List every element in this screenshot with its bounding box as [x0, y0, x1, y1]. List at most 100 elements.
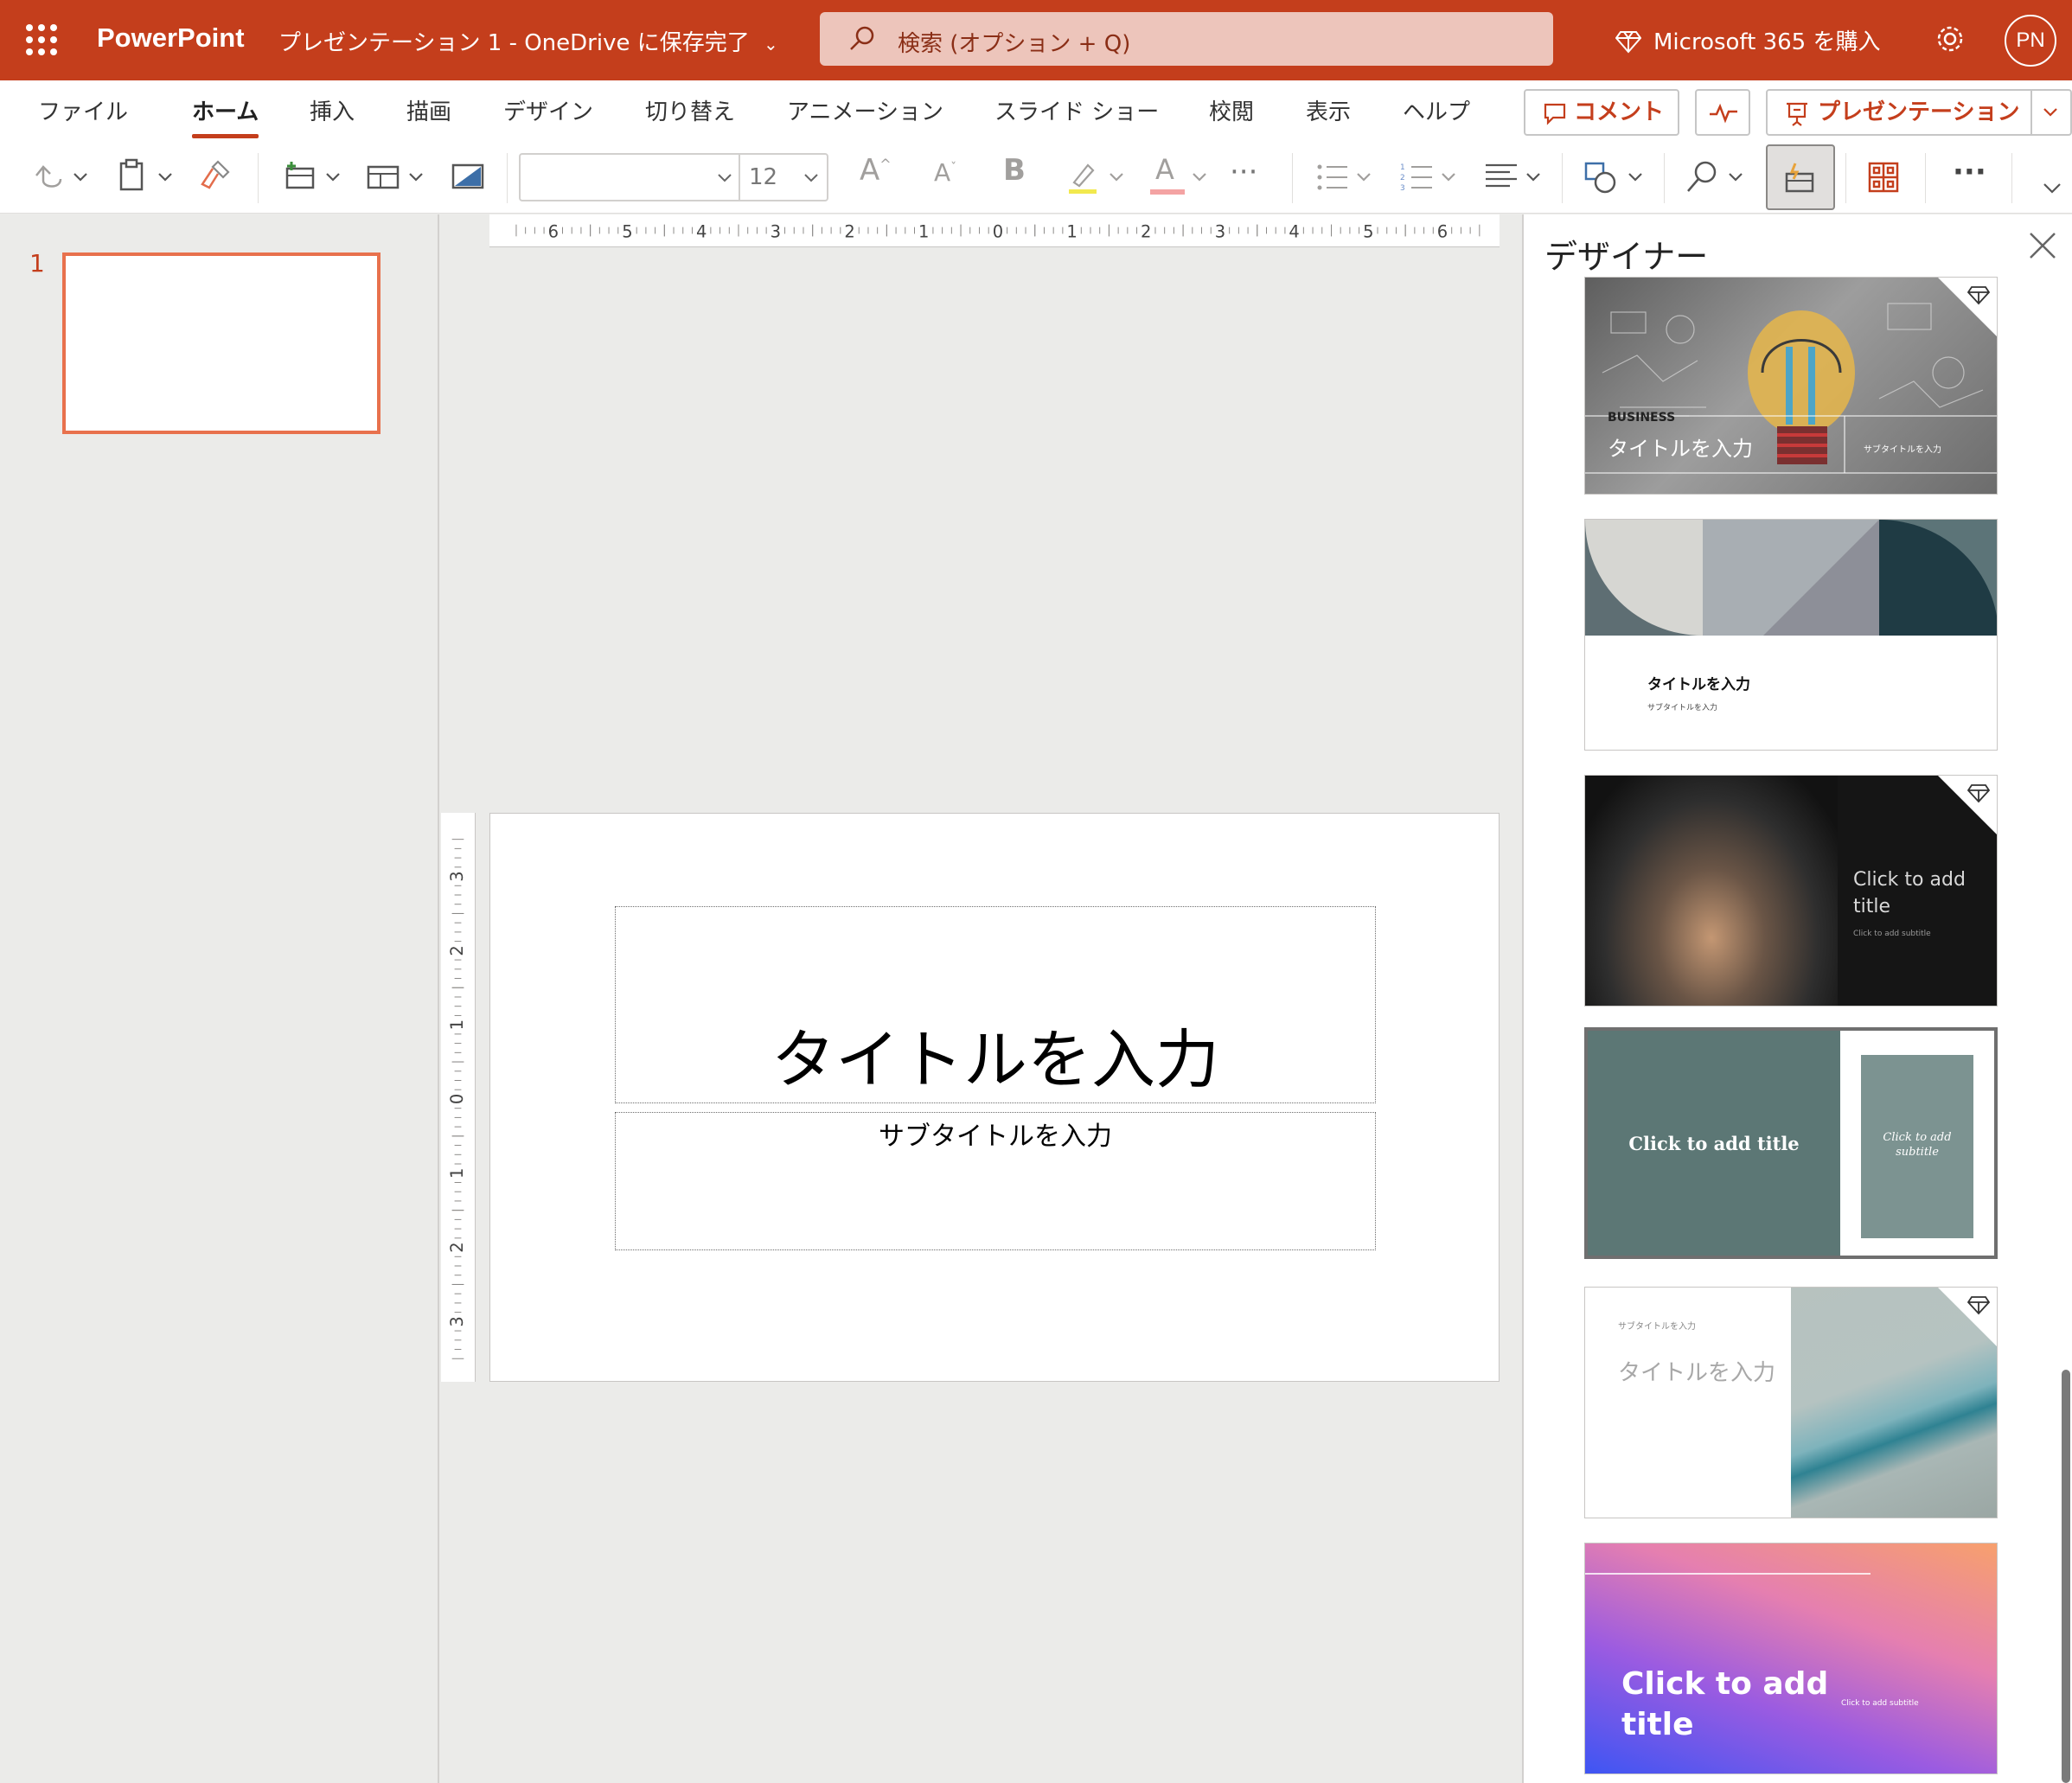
- tab-review[interactable]: 校閲: [1209, 94, 1254, 126]
- format-painter-button[interactable]: [197, 157, 235, 198]
- design-title: Click to add title: [1628, 1133, 1800, 1154]
- background-button[interactable]: [450, 157, 488, 198]
- designer-toggle-button[interactable]: [1766, 144, 1835, 210]
- avatar[interactable]: PN: [2005, 15, 2056, 67]
- design-idea-teal-selected[interactable]: Click to add title Click to add subtitle: [1584, 1027, 1998, 1259]
- shapes-icon: [1584, 162, 1642, 194]
- present-dropdown[interactable]: [2032, 89, 2072, 136]
- font-color-icon: A: [1155, 153, 1174, 186]
- grid-icon: [1868, 162, 1899, 193]
- layout-button[interactable]: [365, 157, 429, 198]
- vertical-ruler: 3 2 1 0 1 2 3: [441, 813, 476, 1382]
- numbered-list-icon: 1 2 3: [1400, 163, 1455, 193]
- grow-font-icon: A: [860, 153, 880, 188]
- grow-font-button[interactable]: A^: [860, 153, 892, 188]
- design-title: タイトルを入力: [1647, 676, 1750, 693]
- ruler-label: 2: [844, 221, 854, 241]
- designer-icon: [1785, 163, 1814, 193]
- app-name[interactable]: PowerPoint: [97, 22, 245, 54]
- paste-button[interactable]: [116, 157, 178, 198]
- design-kicker: BUSINESS: [1608, 411, 1676, 425]
- comment-label: コメント: [1574, 99, 1665, 125]
- tab-slideshow[interactable]: スライド ショー: [994, 94, 1159, 126]
- title-placeholder[interactable]: タイトルを入力: [615, 906, 1376, 1103]
- chevron-down-icon: [2043, 108, 2057, 117]
- tab-file[interactable]: ファイル: [38, 94, 128, 126]
- tab-home[interactable]: ホーム: [192, 94, 259, 138]
- slide-thumbnail[interactable]: [62, 252, 381, 434]
- ruler-label: 3: [771, 221, 781, 241]
- ruler-label: 4: [696, 221, 707, 241]
- design-idea-gradient[interactable]: Click to add title Click to add subtitle: [1584, 1543, 1998, 1774]
- design-idea-silk[interactable]: サブタイトルを入力 タイトルを入力: [1584, 1287, 1998, 1518]
- shrink-font-icon: A: [934, 158, 951, 187]
- chevron-down-icon: [718, 174, 732, 182]
- highlight-button[interactable]: [1065, 157, 1129, 198]
- gear-icon[interactable]: [1934, 22, 1966, 55]
- close-icon[interactable]: [2025, 228, 2060, 263]
- more-options-button[interactable]: ···: [1953, 155, 1986, 189]
- tab-insert[interactable]: 挿入: [310, 94, 355, 126]
- tab-design[interactable]: デザイン: [503, 94, 593, 126]
- app-launcher-icon[interactable]: [26, 24, 57, 55]
- present-icon: [1787, 102, 1807, 126]
- slide-canvas[interactable]: タイトルを入力 サブタイトルを入力: [489, 813, 1500, 1382]
- align-left-icon: [1486, 163, 1540, 188]
- design-idea-geometric[interactable]: タイトルを入力 サブタイトルを入力: [1584, 519, 1998, 751]
- design-idea-business[interactable]: BUSINESS タイトルを入力 サブタイトルを入力: [1584, 277, 1998, 495]
- tab-animations[interactable]: アニメーション: [787, 94, 943, 126]
- activity-icon: [1710, 103, 1737, 124]
- title-bar: PowerPoint プレゼンテーション 1 - OneDrive に保存完了 …: [0, 0, 2072, 80]
- more-font-options-button[interactable]: ···: [1230, 155, 1257, 189]
- document-title[interactable]: プレゼンテーション 1 - OneDrive に保存完了 ⌄: [278, 25, 778, 57]
- tab-transitions[interactable]: 切り替え: [645, 94, 735, 126]
- shapes-button[interactable]: [1583, 157, 1648, 198]
- title-separator: -: [508, 30, 517, 56]
- expand-ribbon-button[interactable]: [2039, 176, 2065, 217]
- undo-button[interactable]: [31, 157, 93, 198]
- ruler-label: 1: [447, 1168, 467, 1179]
- svg-text:2: 2: [1400, 174, 1405, 182]
- chevron-down-icon: [2043, 183, 2061, 194]
- tab-view[interactable]: 表示: [1306, 94, 1351, 126]
- font-name-select[interactable]: [519, 153, 740, 201]
- bold-button[interactable]: B: [1003, 153, 1026, 188]
- design-idea-smoke[interactable]: Click to add title Click to add subtitle: [1584, 775, 1998, 1007]
- ruler-label: 2: [447, 1242, 467, 1252]
- search-box[interactable]: 検索 (オプション + Q): [820, 12, 1553, 66]
- present-button[interactable]: プレゼンテーション: [1766, 89, 2032, 136]
- bold-icon: B: [1003, 153, 1026, 188]
- design-subtitle: Click to add subtitle: [1883, 1131, 1952, 1159]
- chevron-down-icon: [804, 174, 818, 182]
- align-button[interactable]: [1482, 157, 1548, 198]
- find-button[interactable]: [1683, 157, 1749, 198]
- diamond-icon: [1615, 31, 1641, 54]
- design-title: Click to add title: [1853, 869, 1966, 917]
- ruler-label: 3: [1215, 221, 1225, 241]
- new-slide-button[interactable]: [282, 157, 346, 198]
- activity-button[interactable]: [1695, 89, 1750, 136]
- svg-text:3: 3: [1400, 184, 1405, 193]
- design-title: Click to add title: [1621, 1666, 1829, 1742]
- subtitle-placeholder[interactable]: サブタイトルを入力: [615, 1112, 1376, 1250]
- ruler-label: 1: [447, 1019, 467, 1030]
- ruler-label: 0: [447, 1094, 467, 1104]
- undo-icon: [35, 165, 87, 188]
- comment-button[interactable]: コメント: [1524, 89, 1679, 136]
- buy-label: Microsoft 365 を購入: [1653, 29, 1881, 55]
- bullets-button[interactable]: [1313, 157, 1378, 198]
- font-color-button[interactable]: A: [1148, 153, 1212, 198]
- font-size-select[interactable]: 12: [739, 153, 828, 201]
- diamond-icon: [1967, 286, 1990, 305]
- tab-help[interactable]: ヘルプ: [1403, 94, 1470, 126]
- diamond-icon: [1967, 1296, 1990, 1315]
- ruler-label: 0: [993, 221, 1003, 241]
- arrange-button[interactable]: [1866, 157, 1904, 198]
- svg-text:1: 1: [1400, 163, 1405, 172]
- shrink-font-button[interactable]: Aˇ: [934, 158, 956, 187]
- tab-draw[interactable]: 描画: [406, 94, 451, 126]
- designer-scrollbar[interactable]: [2062, 1370, 2070, 1783]
- numbering-button[interactable]: 1 2 3: [1397, 157, 1463, 198]
- buy-microsoft-365-link[interactable]: Microsoft 365 を購入: [1615, 24, 1880, 56]
- horizontal-ruler: 6 5 4 3 2 1 0 1 2 3 4 5 6: [489, 214, 1500, 247]
